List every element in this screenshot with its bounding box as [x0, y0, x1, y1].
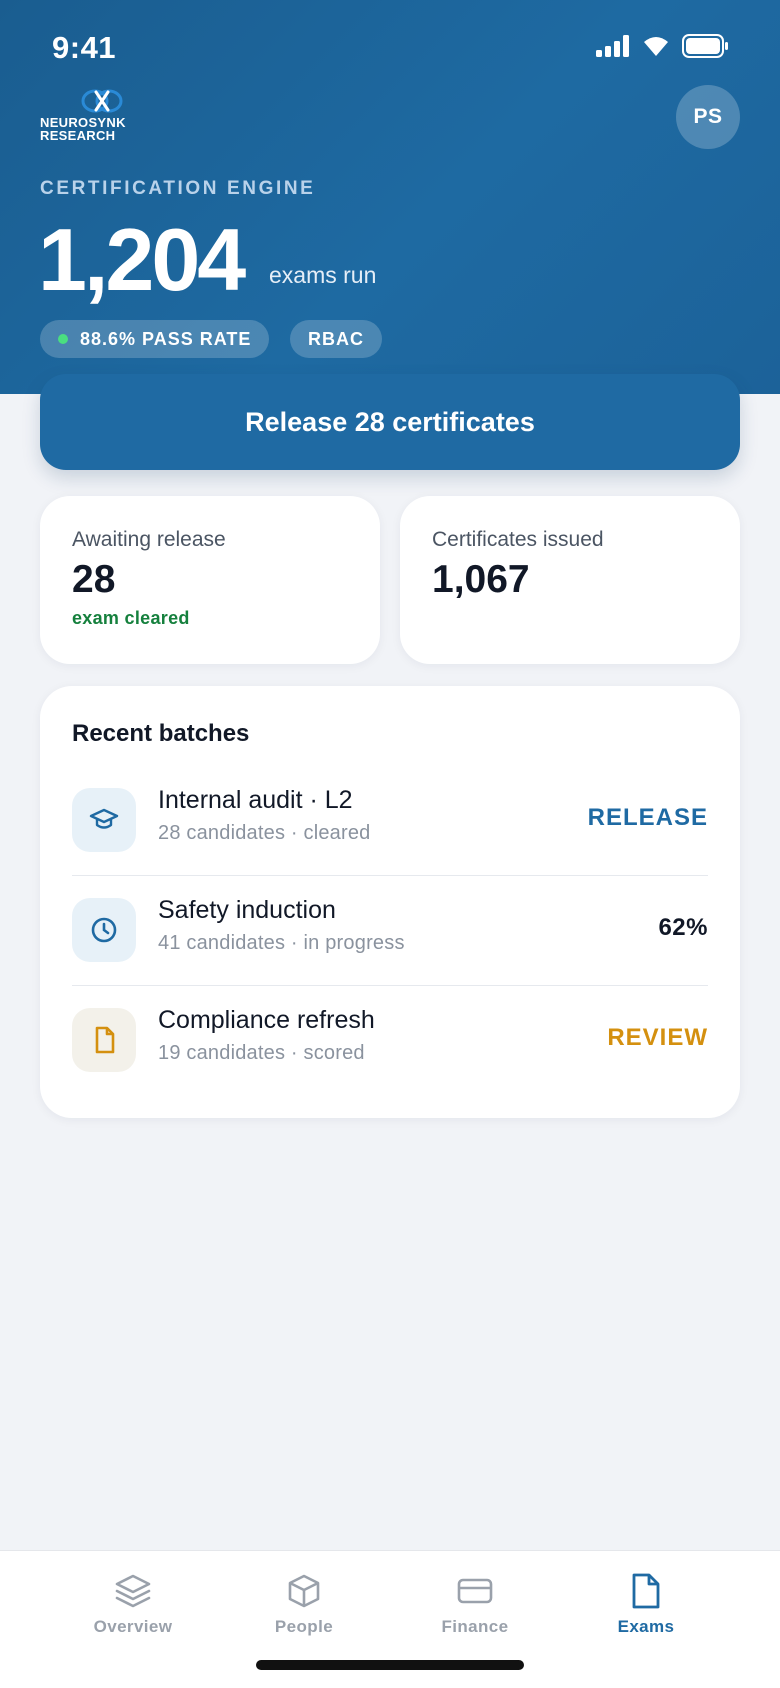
graduation-cap-icon [72, 788, 136, 852]
batch-row[interactable]: Internal audit · L2 28 candidates · clea… [72, 766, 708, 876]
exams-count: 1,204 [38, 210, 246, 309]
tab-label: Exams [617, 1617, 675, 1636]
review-batch-button[interactable]: REVIEW [607, 1024, 708, 1052]
wifi-icon [644, 37, 668, 56]
section-eyebrow: CERTIFICATION ENGINE [40, 178, 316, 199]
layers-icon [115, 1573, 151, 1609]
document-icon [72, 1008, 136, 1072]
stat-value: 1,067 [432, 558, 530, 601]
pass-rate-badge: 88.6% PASS RATE [40, 320, 270, 358]
section-title: Recent batches [72, 720, 250, 747]
tab-label: Overview [93, 1617, 173, 1636]
batch-meta: 19 candidates · scored [158, 1042, 365, 1064]
signal-icon [596, 35, 629, 57]
stat-label: Awaiting release [72, 528, 226, 551]
release-certificates-button[interactable]: Release 28 certificates [40, 374, 740, 470]
cube-icon [286, 1573, 322, 1609]
tab-finance[interactable]: Finance [415, 1573, 535, 1643]
rbac-badge: RBAC [290, 320, 382, 358]
user-avatar[interactable]: PS [676, 85, 740, 149]
certificates-issued-card[interactable]: Certificates issued 1,067 [400, 496, 740, 664]
status-time: 9:41 [52, 30, 117, 65]
neurosynk-logo: NEUROSYNK RESEARCH [40, 88, 170, 144]
batch-row[interactable]: Safety induction 41 candidates · in prog… [72, 876, 708, 986]
recent-batches-card: Recent batches Internal audit · L2 28 ca… [40, 686, 740, 1118]
document-icon [628, 1573, 664, 1609]
release-batch-button[interactable]: RELEASE [588, 804, 708, 832]
batch-name: Compliance refresh [158, 1006, 375, 1034]
batch-progress-value: 62% [658, 914, 708, 941]
home-indicator [256, 1660, 524, 1670]
tab-overview[interactable]: Overview [73, 1573, 193, 1643]
status-icons [596, 34, 728, 58]
batch-name: Safety induction [158, 896, 336, 924]
awaiting-release-card[interactable]: Awaiting release 28 exam cleared [40, 496, 380, 664]
battery-icon [682, 34, 728, 58]
tab-label: Finance [441, 1617, 509, 1636]
exams-unit: exams run [269, 262, 377, 288]
clock-icon [72, 898, 136, 962]
tab-exams[interactable]: Exams [586, 1573, 706, 1643]
tab-label: People [274, 1617, 334, 1636]
card-icon [457, 1573, 493, 1609]
status-bar: 9:41 [0, 0, 780, 96]
logo-wordmark: NEUROSYNK RESEARCH [40, 116, 170, 142]
batch-meta: 41 candidates · in progress [158, 932, 405, 954]
stat-label: Certificates issued [432, 528, 604, 551]
stat-sub: exam cleared [72, 608, 190, 628]
tab-people[interactable]: People [244, 1573, 364, 1643]
batch-meta: 28 candidates · cleared [158, 822, 371, 844]
logo-mark-icon [81, 89, 123, 113]
status-dot-icon [58, 334, 68, 344]
batch-row[interactable]: Compliance refresh 19 candidates · score… [72, 986, 708, 1096]
batch-name: Internal audit · L2 [158, 786, 353, 814]
rbac-label: RBAC [308, 328, 364, 349]
stat-value: 28 [72, 558, 116, 601]
logo-line-2: RESEARCH [40, 128, 116, 143]
pass-rate-label: 88.6% PASS RATE [80, 328, 252, 349]
